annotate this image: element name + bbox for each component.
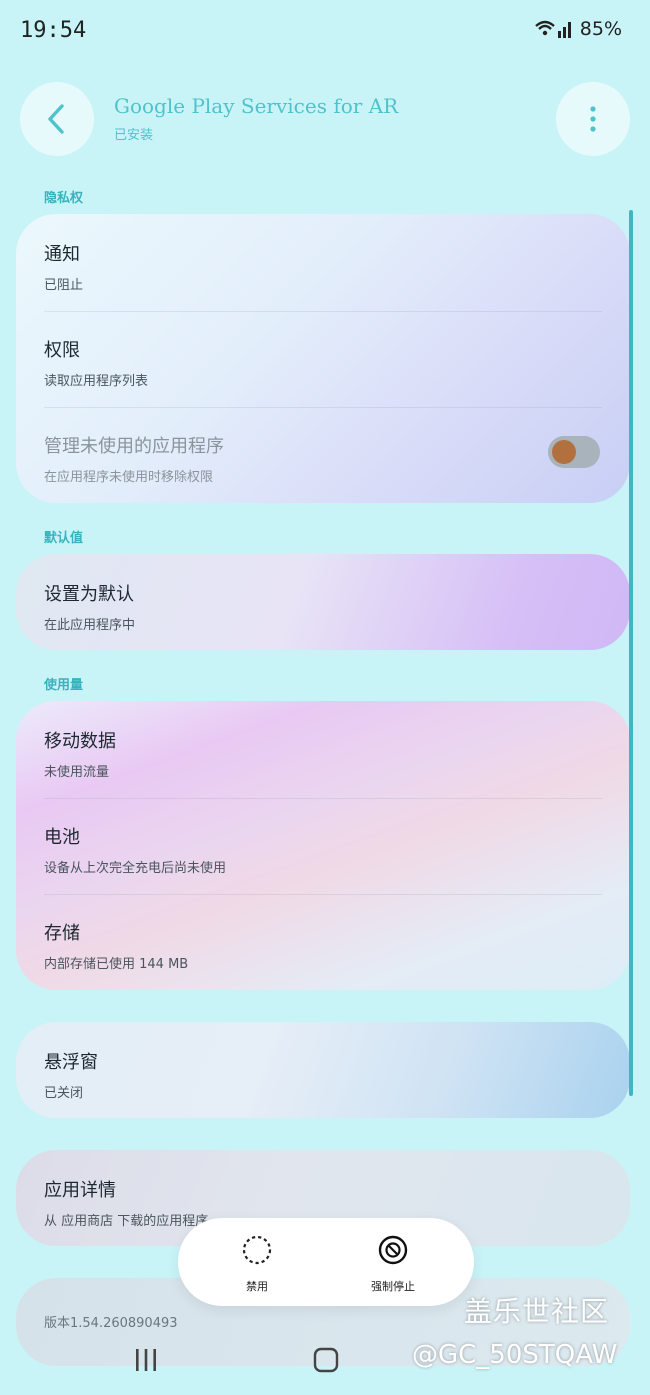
set-default-title: 设置为默认 [44,584,134,605]
divider [44,894,602,895]
permissions-summary: 读取应用程序列表 [44,374,149,389]
app-header: Google Play Services for AR 已安装 [0,80,650,160]
floating-window-card: 悬浮窗 已关闭 [16,1022,630,1118]
disable-label: 禁用 [246,1280,268,1293]
status-time: 19:54 [20,18,87,43]
divider [44,798,602,799]
permissions-row[interactable]: 权限 读取应用程序列表 [44,336,148,389]
notifications-row[interactable]: 通知 已阻止 [44,240,83,293]
disable-icon [242,1235,272,1265]
page-title: Google Play Services for AR [114,94,399,118]
section-label-privacy: 隐私权 [44,191,84,206]
set-default-description: 在此应用程序中 [44,618,136,633]
app-details-source: 从 应用商店 下载的应用程序 [44,1214,209,1229]
recents-button[interactable] [116,1340,176,1380]
home-button[interactable] [296,1340,356,1380]
divider [44,311,602,312]
status-icons: 85% [534,18,622,40]
storage-usage: 内部存储已使用 144 MB [44,957,189,972]
app-details-row[interactable]: 应用详情 从 应用商店 下载的应用程序 [44,1176,208,1229]
manage-unused-description: 在应用程序未使用时移除权限 [44,470,214,485]
notifications-title: 通知 [44,244,80,265]
battery-percent: 85% [579,18,622,40]
floating-window-row[interactable]: 悬浮窗 已关闭 [44,1048,98,1101]
manage-unused-toggle[interactable] [548,436,600,468]
home-icon [313,1347,339,1373]
more-vertical-icon [590,106,596,132]
back-arrow-icon [48,104,64,134]
wifi-signal-icon [534,20,571,38]
disable-button[interactable]: 禁用 [202,1234,312,1294]
back-button[interactable] [20,82,94,156]
divider [44,407,602,408]
title-block: Google Play Services for AR 已安装 [114,94,398,143]
battery-usage: 设备从上次完全充电后尚未使用 [44,861,227,876]
battery-row[interactable]: 电池 设备从上次完全充电后尚未使用 [44,823,226,876]
permissions-title: 权限 [44,340,80,361]
bottom-action-bar: 禁用 强制停止 [178,1218,474,1306]
mobile-data-title: 移动数据 [44,731,116,752]
section-label-defaults: 默认值 [44,531,84,546]
manage-unused-title: 管理未使用的应用程序 [44,436,224,457]
storage-title: 存储 [44,923,80,944]
force-stop-label: 强制停止 [371,1280,415,1293]
defaults-card: 设置为默认 在此应用程序中 [16,554,630,650]
section-label-usage: 使用量 [44,678,84,693]
mobile-data-row[interactable]: 移动数据 未使用流量 [44,727,116,780]
recents-icon [136,1349,156,1371]
floating-window-status: 已关闭 [44,1086,84,1101]
notifications-status: 已阻止 [44,278,84,293]
toggle-knob [552,440,576,464]
force-stop-button[interactable]: 强制停止 [338,1234,448,1294]
floating-window-title: 悬浮窗 [44,1052,98,1073]
app-details-title: 应用详情 [44,1180,116,1201]
battery-title: 电池 [44,827,80,848]
mobile-data-usage: 未使用流量 [44,765,110,780]
install-status: 已安装 [114,128,154,143]
set-default-row[interactable]: 设置为默认 在此应用程序中 [44,580,135,633]
privacy-card: 通知 已阻止 权限 读取应用程序列表 管理未使用的应用程序 在应用程序未使用时移… [16,214,630,503]
force-stop-icon [378,1235,408,1265]
scrollbar[interactable] [629,210,633,1096]
usage-card: 移动数据 未使用流量 电池 设备从上次完全充电后尚未使用 存储 内部存储已使用 … [16,701,630,990]
storage-row[interactable]: 存储 内部存储已使用 144 MB [44,919,188,972]
watermark-user: @GC_50STQAW [412,1340,618,1370]
more-options-button[interactable] [556,82,630,156]
manage-unused-row[interactable]: 管理未使用的应用程序 在应用程序未使用时移除权限 [44,432,224,485]
version-text: 版本1.54.260890493 [44,1316,178,1331]
watermark-community: 盖乐世社区 [464,1295,610,1328]
status-bar: 19:54 85% [0,0,650,64]
